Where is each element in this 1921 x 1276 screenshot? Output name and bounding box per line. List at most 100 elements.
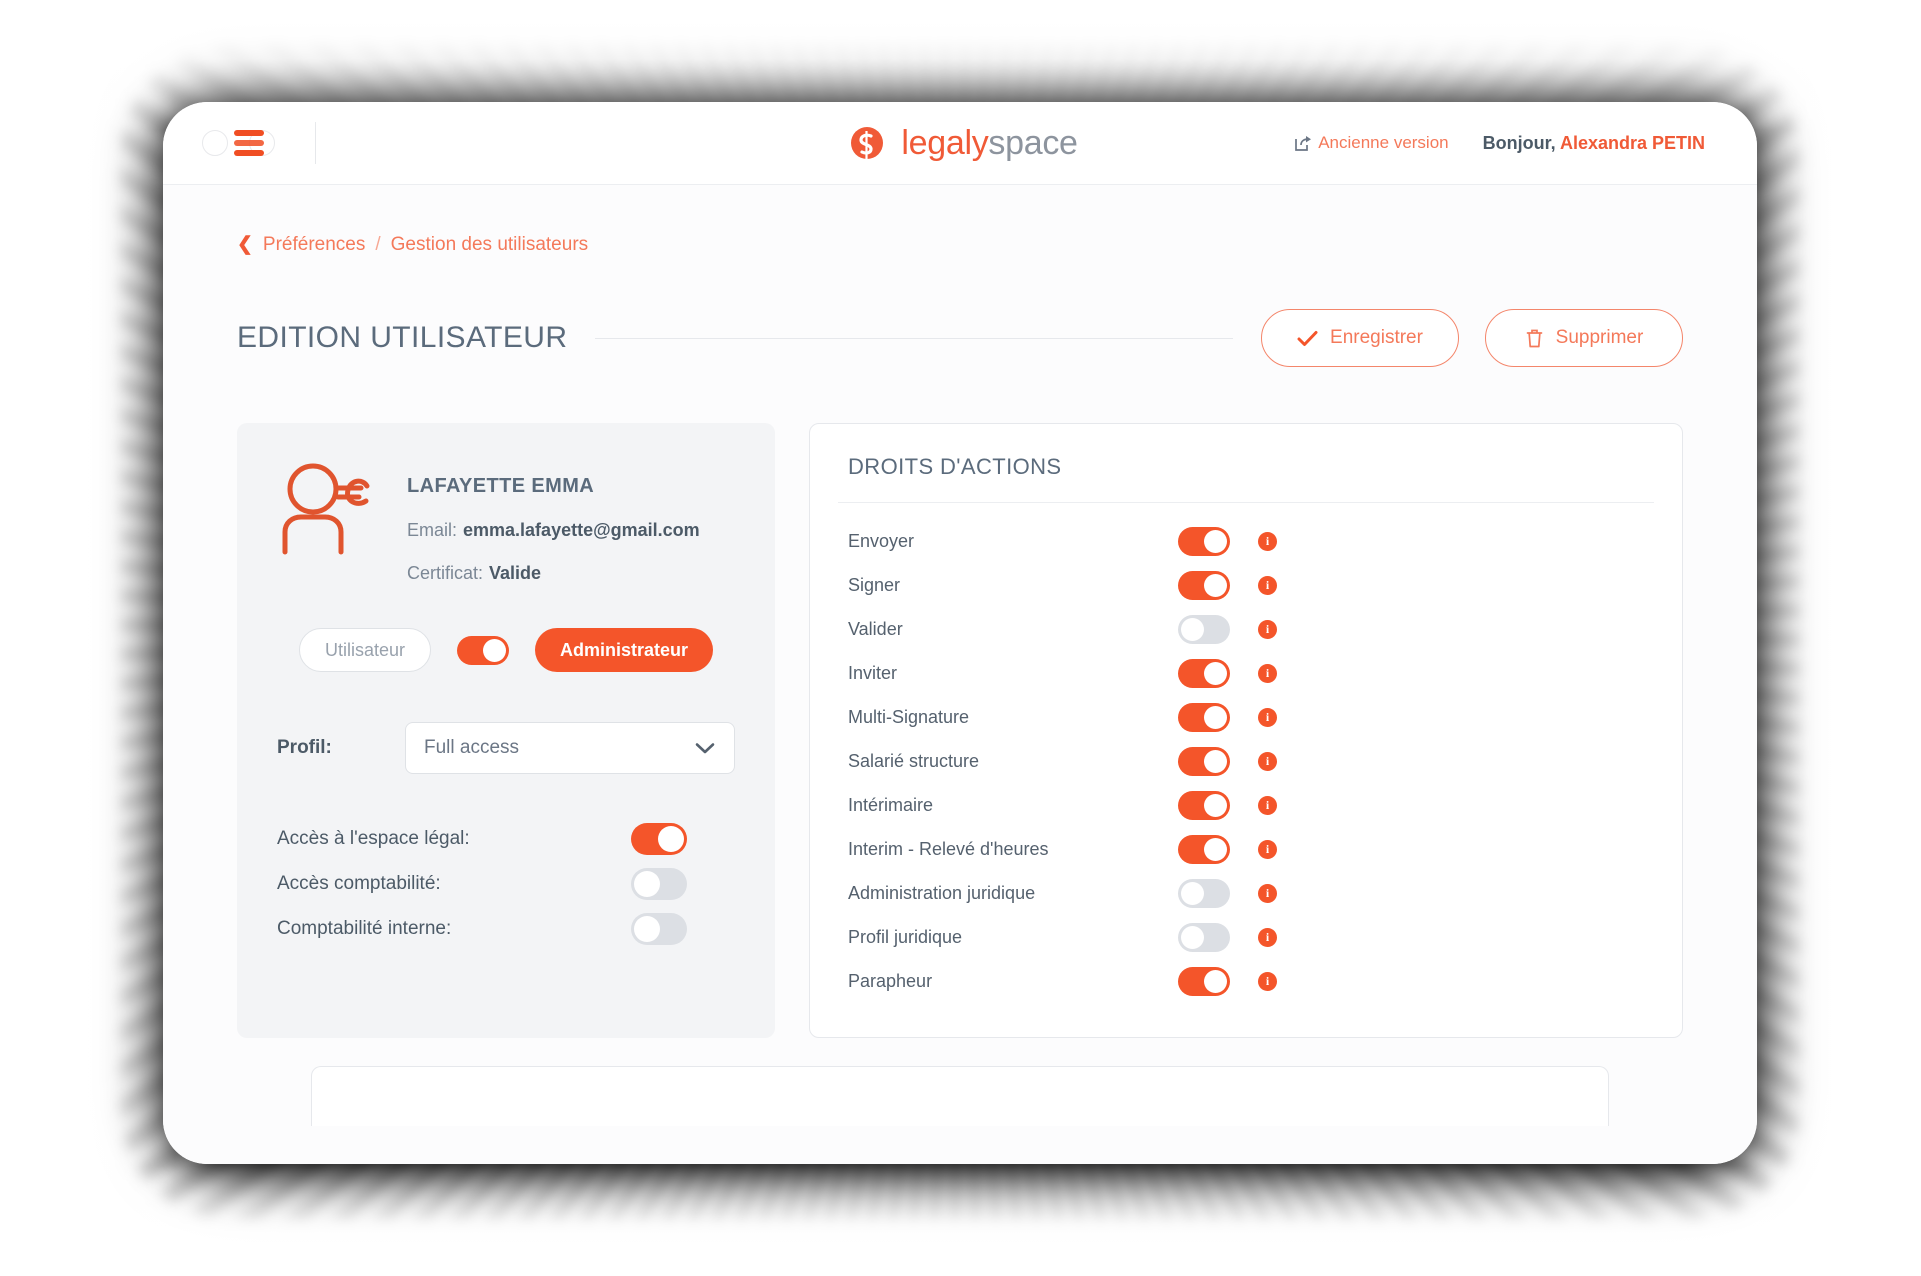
- save-button[interactable]: Enregistrer: [1261, 309, 1459, 367]
- table-row: Signer i: [848, 563, 1644, 607]
- info-icon[interactable]: i: [1258, 883, 1277, 903]
- share-external-icon: [1295, 136, 1312, 151]
- right-label: Inviter: [848, 662, 898, 683]
- access-label: Accès comptabilité:: [277, 872, 441, 894]
- access-toggle-comptabilite[interactable]: [631, 867, 687, 900]
- old-version-link[interactable]: Ancienne version: [1293, 133, 1449, 153]
- right-toggle-envoyer[interactable]: [1178, 526, 1230, 556]
- right-toggle-parapheur[interactable]: [1178, 966, 1230, 996]
- table-row: Envoyer i: [848, 519, 1644, 563]
- user-certificat-row: Certificat: Valide: [407, 563, 700, 584]
- table-row: Valider i: [848, 607, 1644, 651]
- user-info-block: LAFAYETTE EMMA Email: emma.lafayette@gmai…: [407, 459, 700, 584]
- info-icon[interactable]: i: [1258, 531, 1277, 551]
- right-label: Signer: [848, 574, 901, 595]
- right-label: Valider: [848, 618, 903, 639]
- nav-circle-one: [202, 130, 228, 156]
- right-label: Administration juridique: [848, 882, 1036, 903]
- right-toggle-administration-juridique[interactable]: [1178, 878, 1230, 908]
- old-version-label: Ancienne version: [1318, 133, 1449, 152]
- next-section-card: [311, 1066, 1609, 1126]
- right-toggle-multi-signature[interactable]: [1178, 702, 1230, 732]
- info-icon[interactable]: i: [1258, 663, 1277, 683]
- check-icon: [1297, 330, 1318, 346]
- greeting-prefix: Bonjour,: [1482, 132, 1560, 153]
- access-label: Comptabilité interne:: [277, 917, 452, 939]
- chevron-left-icon[interactable]: ❮: [237, 233, 253, 256]
- table-row: Salarié structure i: [848, 739, 1644, 783]
- profil-row: Profil: Full access: [277, 722, 735, 774]
- user-certificat-value: Valide: [489, 563, 542, 583]
- role-selector-row: Utilisateur Administrateur: [277, 628, 735, 672]
- shadow-fade-top: [0, 0, 1921, 130]
- rights-card: DROITS D'ACTIONS Envoyer i Signer i Vali…: [809, 423, 1683, 1038]
- right-toggle-salarie-structure[interactable]: [1178, 746, 1230, 776]
- header-divider: [595, 337, 1233, 339]
- info-icon[interactable]: i: [1258, 795, 1277, 815]
- info-icon[interactable]: i: [1258, 971, 1277, 991]
- role-toggle[interactable]: [457, 635, 510, 665]
- table-row: Multi-Signature i: [848, 695, 1644, 739]
- profil-select[interactable]: Full access: [405, 722, 735, 774]
- right-toggle-valider[interactable]: [1178, 614, 1230, 644]
- table-row: Intérimaire i: [848, 783, 1644, 827]
- right-toggle-signer[interactable]: [1178, 570, 1230, 600]
- table-row: Administration juridique i: [848, 871, 1644, 915]
- table-row: Inviter i: [848, 651, 1644, 695]
- greeting-user-name: Alexandra PETIN: [1559, 132, 1705, 153]
- save-button-label: Enregistrer: [1330, 327, 1423, 348]
- right-label: Salarié structure: [848, 750, 980, 771]
- access-options-list: Accès à l'espace légal: Accès comptabili…: [277, 816, 735, 951]
- right-label: Envoyer: [848, 530, 915, 551]
- access-row: Comptabilité interne:: [277, 906, 735, 951]
- user-detail-card: LAFAYETTE EMMA Email: emma.lafayette@gmai…: [237, 423, 775, 1038]
- profil-label: Profil:: [277, 737, 332, 758]
- info-icon[interactable]: i: [1258, 839, 1277, 859]
- user-certificat-label: Certificat:: [407, 563, 484, 583]
- breadcrumb: ❮ Préférences / Gestion des utilisateurs: [237, 185, 1683, 256]
- user-full-name: LAFAYETTE EMMA: [407, 475, 595, 497]
- access-label: Accès à l'espace légal:: [277, 827, 470, 849]
- right-label: Parapheur: [848, 970, 933, 991]
- screenshot-stage: legalyspace Ancienne version Bonjour, Al…: [0, 0, 1921, 1276]
- shadow-fade-left: [0, 0, 175, 1276]
- rights-list: Envoyer i Signer i Valider i Inviter i M…: [848, 503, 1644, 1003]
- breadcrumb-parent[interactable]: Préférences: [263, 234, 365, 256]
- right-label: Profil juridique: [848, 926, 963, 947]
- user-email-value: emma.lafayette@gmail.com: [463, 520, 700, 540]
- chevron-down-icon: [695, 743, 715, 754]
- access-toggle-espace-legal[interactable]: [631, 822, 687, 855]
- right-toggle-interimaire[interactable]: [1178, 790, 1230, 820]
- page-header: EDITION UTILISATEUR Enregistrer Supprime…: [237, 309, 1683, 367]
- table-row: Profil juridique i: [848, 915, 1644, 959]
- access-toggle-comptabilite-interne[interactable]: [631, 912, 687, 945]
- user-greeting[interactable]: Bonjour, Alexandra PETIN: [1483, 133, 1705, 154]
- role-user-pill[interactable]: Utilisateur: [299, 628, 432, 672]
- access-row: Accès comptabilité:: [277, 861, 735, 906]
- breadcrumb-current[interactable]: Gestion des utilisateurs: [391, 234, 589, 256]
- right-label: Intérimaire: [848, 794, 934, 815]
- header-actions: Enregistrer Supprimer: [1261, 309, 1683, 367]
- right-toggle-interim-releve-heures[interactable]: [1178, 834, 1230, 864]
- role-admin-pill[interactable]: Administrateur: [535, 628, 714, 672]
- page-title: EDITION UTILISATEUR: [237, 321, 568, 354]
- hamburger-icon[interactable]: [234, 130, 264, 156]
- page-content: ❮ Préférences / Gestion des utilisateurs…: [163, 185, 1757, 1164]
- shadow-fade-right: [1746, 0, 1921, 1276]
- trash-icon: [1526, 329, 1543, 347]
- app-screen: legalyspace Ancienne version Bonjour, Al…: [163, 102, 1757, 1164]
- topbar-right-group: Ancienne version Bonjour, Alexandra PETI…: [1293, 133, 1705, 154]
- delete-button[interactable]: Supprimer: [1485, 309, 1683, 367]
- user-email-row: Email: emma.lafayette@gmail.com: [407, 520, 700, 541]
- info-icon[interactable]: i: [1258, 575, 1277, 595]
- user-identity-block: LAFAYETTE EMMA Email: emma.lafayette@gmai…: [277, 459, 735, 584]
- right-toggle-profil-juridique[interactable]: [1178, 922, 1230, 952]
- breadcrumb-separator: /: [375, 233, 381, 255]
- right-toggle-inviter[interactable]: [1178, 658, 1230, 688]
- info-icon[interactable]: i: [1258, 707, 1277, 727]
- profil-selected-value: Full access: [424, 737, 520, 758]
- device-frame: legalyspace Ancienne version Bonjour, Al…: [163, 102, 1757, 1164]
- info-icon[interactable]: i: [1258, 619, 1277, 639]
- info-icon[interactable]: i: [1258, 751, 1277, 771]
- info-icon[interactable]: i: [1258, 927, 1277, 947]
